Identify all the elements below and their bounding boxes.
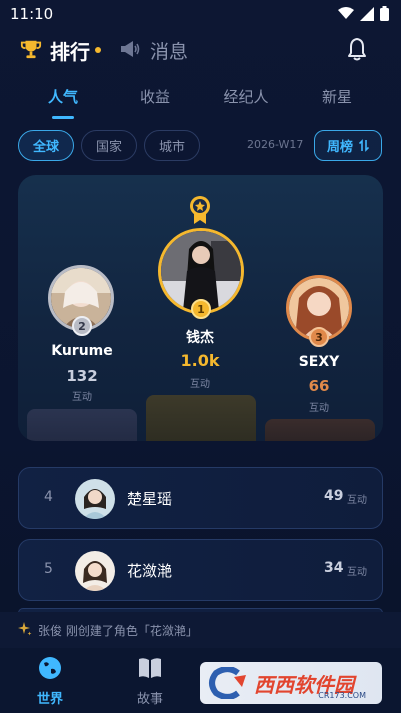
activity-text: 张俊 刚创建了角色「花潋滟」 bbox=[38, 624, 198, 638]
list-score: 34 bbox=[324, 560, 344, 576]
list-rank: 4 bbox=[44, 489, 53, 505]
pedestal-rank-3 bbox=[265, 419, 375, 441]
period-selector-button[interactable]: 周榜 bbox=[314, 130, 382, 161]
rank-badge-2: 2 bbox=[72, 316, 92, 336]
status-icons bbox=[338, 6, 389, 21]
list-name: 花潋滟 bbox=[127, 562, 173, 580]
pedestal-rank-1 bbox=[146, 395, 256, 441]
list-item[interactable]: 5 花潋滟 34 互动 bbox=[18, 539, 383, 601]
podium-score-rank-1: 1.0k bbox=[180, 351, 220, 370]
podium-score-rank-2: 132 bbox=[66, 367, 98, 385]
book-icon bbox=[139, 658, 161, 678]
filter-city[interactable]: 城市 bbox=[144, 130, 200, 161]
nav-story[interactable]: 故事 bbox=[115, 656, 185, 707]
battery-icon bbox=[380, 6, 389, 21]
status-bar: 11:10 bbox=[0, 0, 401, 30]
status-time: 11:10 bbox=[10, 5, 54, 23]
filter-country[interactable]: 国家 bbox=[81, 130, 137, 161]
podium-unit-rank-1: 互动 bbox=[190, 379, 210, 390]
nav-story-label: 故事 bbox=[136, 692, 163, 707]
rank-badge-3: 3 bbox=[309, 327, 329, 347]
trophy-icon bbox=[20, 40, 42, 59]
crown-medal-icon bbox=[190, 196, 210, 224]
sparkle-icon bbox=[18, 622, 32, 636]
list-unit: 互动 bbox=[347, 567, 367, 578]
tab-ranking[interactable]: 排行 bbox=[50, 36, 90, 65]
nav-world-label: 世界 bbox=[36, 692, 63, 707]
scope-filters: 全球 国家 城市 2026-W17 周榜 bbox=[0, 130, 401, 162]
globe-icon bbox=[39, 657, 61, 679]
tab-new-star[interactable]: 新星 bbox=[302, 86, 372, 107]
watermark-url: CR173.COM bbox=[318, 691, 366, 700]
bell-icon[interactable] bbox=[346, 37, 368, 61]
watermark-logo: 西西软件园 CR173.COM bbox=[200, 662, 382, 704]
signal-icon bbox=[360, 6, 374, 21]
unread-dot bbox=[95, 47, 101, 53]
pedestal-rank-2 bbox=[27, 409, 137, 441]
activity-ticker: 张俊 刚创建了角色「花潋滟」 bbox=[0, 612, 401, 648]
avatar-image bbox=[75, 551, 115, 591]
podium-score-rank-3: 66 bbox=[308, 377, 330, 395]
list-item[interactable]: 4 楚星瑶 49 互动 bbox=[18, 467, 383, 529]
list-unit: 互动 bbox=[347, 495, 367, 506]
ranking-screen: 11:10 排行 消息 人气 收益 经纪人 新星 全球 国家 城市 2026-W… bbox=[0, 0, 401, 713]
wifi-icon bbox=[338, 7, 354, 19]
category-tabs: 人气 收益 经纪人 新星 bbox=[0, 86, 401, 122]
watermark-c-logo-icon bbox=[209, 667, 246, 699]
active-tab-indicator bbox=[52, 116, 74, 119]
list-name: 楚星瑶 bbox=[127, 490, 173, 508]
week-label: 2026-W17 bbox=[247, 138, 304, 151]
list-score: 49 bbox=[324, 488, 344, 504]
podium-name-rank-1: 钱杰 bbox=[186, 330, 214, 346]
list-avatar[interactable] bbox=[75, 479, 115, 519]
tab-agent[interactable]: 经纪人 bbox=[211, 86, 281, 107]
tab-popularity[interactable]: 人气 bbox=[28, 86, 98, 107]
podium-unit-rank-3: 互动 bbox=[309, 403, 329, 414]
podium-name-rank-3: SEXY bbox=[298, 354, 340, 370]
list-avatar[interactable] bbox=[75, 551, 115, 591]
podium-unit-rank-2: 互动 bbox=[72, 392, 92, 403]
header: 排行 消息 bbox=[0, 34, 401, 68]
rank-badge-1: 1 bbox=[191, 299, 211, 319]
megaphone-icon bbox=[121, 41, 140, 57]
podium-card: 2 Kurume 132 互动 1 钱杰 1.0k 互动 3 SEXY 66 互… bbox=[18, 175, 383, 441]
sort-arrows-icon bbox=[359, 139, 369, 152]
filter-global[interactable]: 全球 bbox=[18, 130, 74, 161]
period-label: 周榜 bbox=[326, 140, 353, 155]
tab-earnings[interactable]: 收益 bbox=[120, 86, 190, 107]
nav-world[interactable]: 世界 bbox=[15, 656, 85, 707]
avatar-image bbox=[75, 479, 115, 519]
list-rank: 5 bbox=[44, 561, 53, 577]
tab-messages[interactable]: 消息 bbox=[150, 37, 188, 64]
podium-name-rank-2: Kurume bbox=[51, 343, 113, 359]
